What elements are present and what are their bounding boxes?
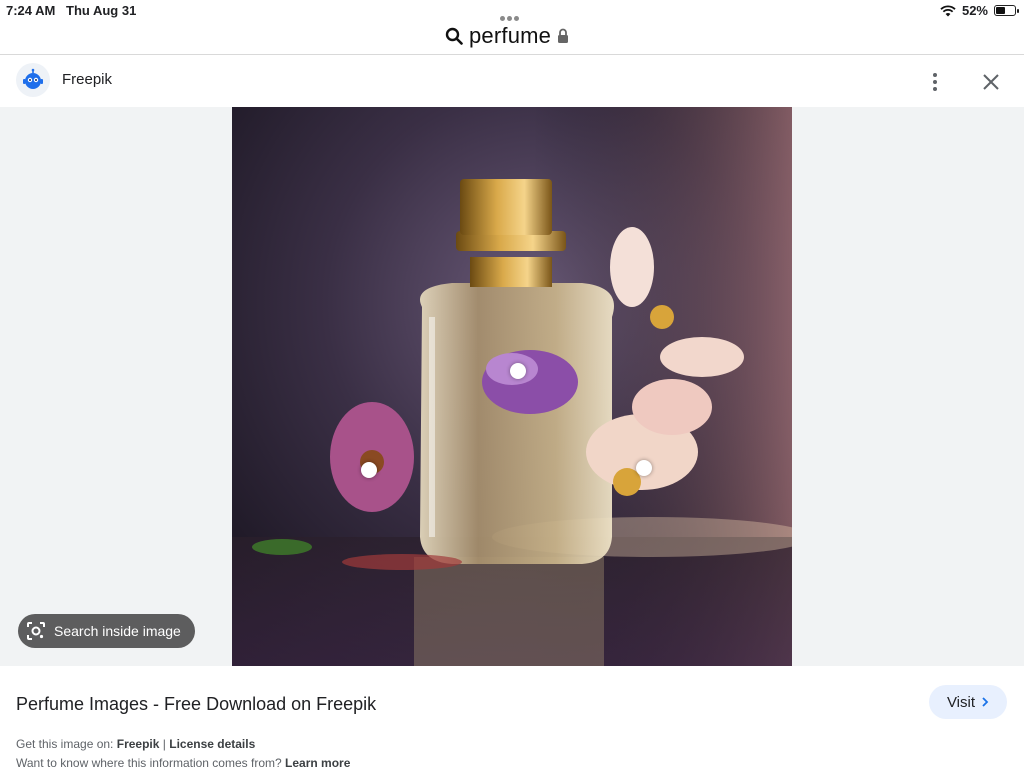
visual-search-hotspot[interactable] — [510, 363, 526, 379]
status-date: Thu Aug 31 — [66, 3, 137, 18]
more-vert-icon[interactable] — [924, 67, 946, 97]
get-image-prefix: Get this image on: — [16, 737, 114, 751]
search-inside-image-button[interactable]: Search inside image — [18, 614, 195, 648]
result-title[interactable]: Perfume Images - Free Download on Freepi… — [16, 694, 376, 715]
lock-icon — [558, 28, 569, 43]
close-icon[interactable] — [980, 71, 1002, 93]
status-indicators: 52% — [940, 3, 1019, 18]
chevron-right-icon — [982, 697, 989, 707]
search-inside-image-label: Search inside image — [54, 623, 181, 639]
visual-search-hotspot[interactable] — [636, 460, 652, 476]
wifi-icon — [940, 4, 956, 16]
visit-label: Visit — [946, 693, 976, 711]
separator: | — [162, 737, 166, 751]
visual-search-hotspot[interactable] — [361, 462, 377, 478]
license-details-link[interactable]: License details — [169, 737, 255, 751]
perfume-bottle-with-flowers-image[interactable] — [232, 107, 792, 666]
search-icon — [445, 27, 463, 45]
status-bar: 7:24 AM Thu Aug 31 52% — [0, 0, 1024, 22]
get-image-line: Get this image on: Freepik | License det… — [16, 737, 255, 751]
visit-button[interactable]: Visit — [929, 685, 1007, 719]
search-bar[interactable]: perfume — [0, 22, 1024, 55]
source-header: Freepik — [0, 55, 1024, 107]
get-image-source-link[interactable]: Freepik — [117, 737, 160, 751]
multitasking-dots-icon[interactable] — [500, 8, 524, 21]
source-name[interactable]: Freepik — [62, 71, 112, 88]
search-query[interactable]: perfume — [469, 23, 551, 49]
status-time: 7:24 AM — [6, 3, 56, 18]
freepik-logo-icon — [16, 63, 50, 97]
battery-icon — [994, 5, 1019, 16]
battery-percent: 52% — [961, 3, 988, 18]
image-viewer: Search inside image — [0, 107, 1024, 666]
lens-icon — [27, 622, 45, 640]
